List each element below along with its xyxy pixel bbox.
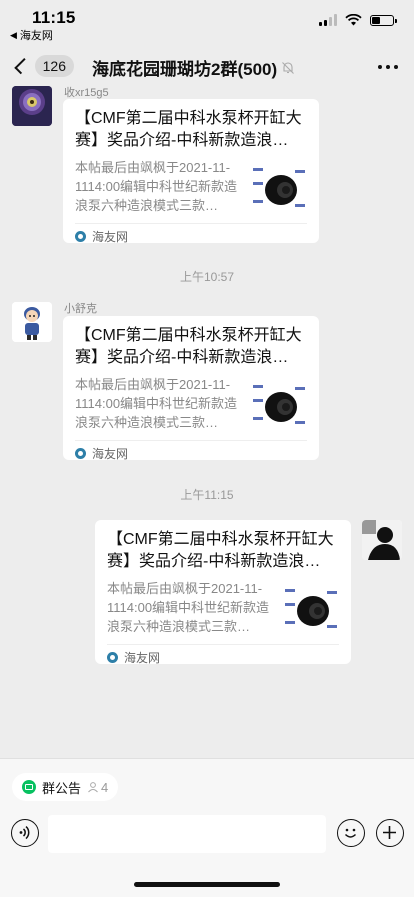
person-icon bbox=[88, 782, 98, 793]
status-bar: 11:15 ◀ 海友网 bbox=[0, 0, 414, 44]
coral-avatar-image bbox=[12, 86, 52, 126]
card-source: 海友网 bbox=[92, 229, 129, 244]
card-description: 本帖最后由飒枫于2021-11-1114:00编辑中科世纪新款造浪泵六种造浪模式… bbox=[107, 581, 270, 634]
source-logo-icon bbox=[75, 230, 86, 242]
card-title: 【CMF第二届中科水泵杯开缸大赛】奖品介绍-中科新款造浪… bbox=[75, 110, 302, 149]
card-title: 【CMF第二届中科水泵杯开缸大赛】奖品介绍-中科新款造浪… bbox=[75, 327, 302, 366]
voice-icon bbox=[19, 825, 30, 840]
group-notice-label: 群公告 bbox=[42, 780, 82, 796]
nav-bar: 126 海底花园珊瑚坊2群(500) bbox=[0, 44, 414, 88]
chat-title-wrap: 海底花园珊瑚坊2群(500) bbox=[92, 55, 320, 80]
status-time: 11:15 bbox=[32, 8, 76, 27]
mute-bell-icon bbox=[282, 61, 295, 74]
wifi-icon bbox=[345, 14, 362, 26]
timestamp: 上午10:57 bbox=[179, 270, 235, 284]
link-card[interactable]: 【CMF第二届中科水泵杯开缸大赛】奖品介绍-中科新款造浪… 本帖最后由飒枫于20… bbox=[63, 99, 319, 244]
emoji-icon bbox=[344, 828, 357, 838]
cartoon-avatar-image bbox=[12, 302, 52, 342]
avatar[interactable] bbox=[12, 302, 52, 342]
source-logo-icon bbox=[75, 447, 86, 459]
silhouette-avatar-image bbox=[362, 520, 402, 560]
pump-thumbnail-image bbox=[251, 377, 307, 433]
emoji-button[interactable] bbox=[337, 819, 365, 847]
more-functions-button[interactable] bbox=[376, 819, 404, 847]
back-button[interactable]: 126 bbox=[10, 52, 74, 80]
sender-name: 小舒克 bbox=[64, 303, 97, 315]
notice-people-count: 4 bbox=[87, 780, 108, 795]
voice-input-button[interactable] bbox=[11, 819, 39, 847]
link-card[interactable]: 【CMF第二届中科水泵杯开缸大赛】奖品介绍-中科新款造浪… 本帖最后由飒枫于20… bbox=[63, 316, 319, 461]
home-indicator bbox=[134, 882, 280, 887]
card-description: 本帖最后由飒枫于2021-11-1114:00编辑中科世纪新款造浪泵六种造浪模式… bbox=[75, 160, 238, 213]
back-app-label: 海友网 bbox=[19, 30, 53, 42]
avatar[interactable] bbox=[12, 86, 52, 126]
chevron-left-icon bbox=[14, 57, 31, 75]
card-title: 【CMF第二届中科水泵杯开缸大赛】奖品介绍-中科新款造浪… bbox=[107, 531, 334, 570]
dot-icon bbox=[394, 65, 398, 69]
dot-icon bbox=[386, 65, 390, 69]
bottom-panel: 群公告 4 bbox=[0, 758, 414, 897]
group-notice-button[interactable]: 群公告 4 bbox=[12, 773, 119, 801]
system-icons bbox=[319, 14, 397, 26]
battery-icon bbox=[370, 14, 397, 26]
sender-name: 收xr15g5 bbox=[64, 87, 109, 99]
link-card[interactable]: 【CMF第二届中科水泵杯开缸大赛】奖品介绍-中科新款造浪… 本帖最后由飒枫于20… bbox=[95, 520, 351, 665]
card-description: 本帖最后由飒枫于2021-11-1114:00编辑中科世纪新款造浪泵六种造浪模式… bbox=[75, 377, 238, 430]
source-logo-icon bbox=[107, 651, 118, 663]
back-to-app-link[interactable]: ◀ 海友网 bbox=[10, 27, 53, 43]
avatar[interactable] bbox=[362, 520, 402, 560]
notice-count: 4 bbox=[101, 779, 109, 795]
message-input[interactable] bbox=[48, 815, 326, 853]
cellular-signal-icon bbox=[319, 14, 337, 26]
dot-icon bbox=[378, 65, 382, 69]
pump-thumbnail-image bbox=[251, 160, 307, 216]
chat-title: 海底花园珊瑚坊2群(500) bbox=[92, 60, 278, 79]
card-source: 海友网 bbox=[124, 650, 161, 665]
input-row bbox=[0, 815, 414, 855]
more-options-button[interactable] bbox=[378, 65, 398, 69]
timestamp: 上午11:15 bbox=[180, 488, 234, 502]
unread-count-badge: 126 bbox=[34, 55, 74, 77]
pump-thumbnail-image bbox=[283, 581, 339, 637]
back-arrow-icon: ◀ bbox=[10, 29, 17, 40]
card-source: 海友网 bbox=[92, 446, 129, 461]
announcement-icon bbox=[22, 780, 36, 794]
plus-icon bbox=[383, 826, 396, 839]
